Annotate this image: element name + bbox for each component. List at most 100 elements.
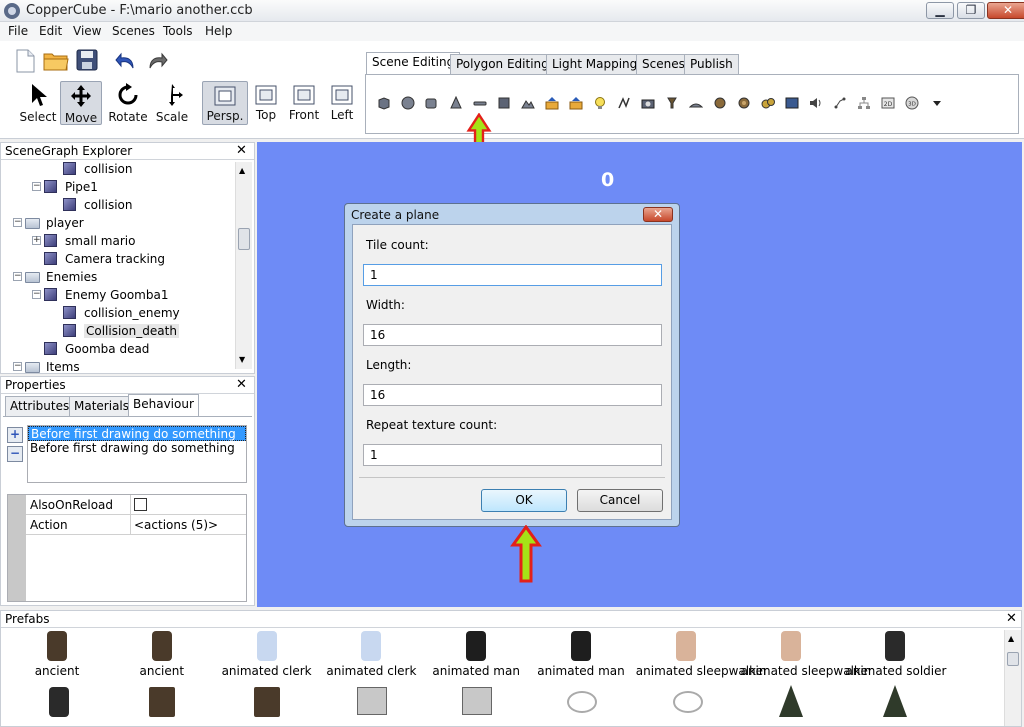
scrollbar-thumb[interactable] bbox=[238, 228, 250, 250]
prefabs-close-button[interactable]: ✕ bbox=[1006, 612, 1017, 626]
prefab-item[interactable]: animated clerk bbox=[321, 631, 421, 678]
prefabs-scrollbar[interactable]: ▲ bbox=[1004, 630, 1021, 726]
tree-item[interactable]: − Enemy Goomba1 bbox=[1, 286, 235, 304]
hierarchy-icon[interactable] bbox=[857, 96, 871, 110]
prefab-item[interactable]: animated man bbox=[426, 631, 526, 678]
tree-item[interactable]: collision_enemy bbox=[1, 304, 235, 322]
prefab-thumbnail[interactable] bbox=[462, 687, 492, 715]
tab-scenes[interactable]: Scenes bbox=[636, 54, 691, 74]
tab-polygon-editing[interactable]: Polygon Editing bbox=[450, 54, 555, 74]
tree-item[interactable]: − Pipe1 bbox=[1, 178, 235, 196]
prefab-thumbnail[interactable] bbox=[567, 691, 597, 713]
add-behaviour-button[interactable]: + bbox=[7, 427, 23, 443]
scenegraph-scrollbar[interactable]: ▲ ▼ bbox=[235, 162, 252, 369]
ok-button[interactable]: OK bbox=[481, 489, 567, 512]
scrollbar-thumb[interactable] bbox=[1007, 652, 1019, 666]
cone-icon[interactable] bbox=[449, 96, 463, 110]
tree-item[interactable]: − Items bbox=[1, 358, 235, 373]
undo-icon[interactable] bbox=[115, 51, 137, 71]
tree-item[interactable]: + small mario bbox=[1, 232, 235, 250]
prefab-item[interactable]: animated soldier bbox=[845, 631, 946, 678]
tab-materials[interactable]: Materials bbox=[69, 396, 135, 416]
tree-expander-icon[interactable]: − bbox=[13, 218, 22, 227]
new-file-icon[interactable] bbox=[14, 49, 36, 73]
properties-close-button[interactable]: ✕ bbox=[236, 378, 247, 392]
repeat-texture-count-input[interactable]: 1 bbox=[363, 444, 662, 466]
prefab-icon[interactable] bbox=[761, 96, 775, 110]
prefab-thumbnail[interactable] bbox=[779, 685, 803, 717]
tab-behaviour[interactable]: Behaviour bbox=[128, 394, 199, 417]
rotate-tool[interactable]: Rotate bbox=[107, 83, 149, 124]
prefab-item[interactable]: ancient bbox=[112, 631, 212, 678]
menu-edit[interactable]: Edit bbox=[39, 24, 62, 38]
skybox-icon[interactable] bbox=[497, 96, 511, 110]
prefab-thumbnail[interactable] bbox=[149, 687, 175, 717]
close-window-button[interactable]: ✕ bbox=[987, 2, 1024, 19]
prefab-thumbnail[interactable] bbox=[883, 685, 907, 717]
scroll-up-icon[interactable]: ▲ bbox=[239, 166, 245, 175]
prefab-item[interactable]: ancient bbox=[7, 631, 107, 678]
light-bulb-icon[interactable] bbox=[593, 96, 607, 110]
billboard-icon[interactable] bbox=[665, 96, 679, 110]
prefab-item[interactable]: animated man bbox=[531, 631, 631, 678]
tree-item[interactable]: − player bbox=[1, 214, 235, 232]
tree-expander-icon[interactable]: − bbox=[32, 290, 41, 299]
prefab-thumbnail[interactable] bbox=[254, 687, 280, 717]
tree-item[interactable]: − Enemies bbox=[1, 268, 235, 286]
tab-light-mapping[interactable]: Light Mapping bbox=[546, 54, 644, 74]
sphere-icon[interactable] bbox=[401, 96, 415, 110]
particle-icon[interactable] bbox=[713, 96, 727, 110]
save-icon[interactable] bbox=[76, 49, 98, 71]
3d-text-icon[interactable]: 3D bbox=[905, 96, 919, 110]
tab-scene-editing[interactable]: Scene Editing bbox=[366, 52, 461, 75]
cancel-button[interactable]: Cancel bbox=[577, 489, 663, 512]
prefab-item[interactable]: animated sleepwalker bbox=[636, 631, 768, 678]
menu-view[interactable]: View bbox=[73, 24, 101, 38]
maximize-button[interactable]: ❐ bbox=[957, 2, 985, 19]
prefab-thumbnail[interactable] bbox=[357, 687, 387, 715]
prefab-thumbnail[interactable] bbox=[49, 687, 69, 717]
water-icon[interactable] bbox=[689, 96, 703, 110]
prefab-item[interactable]: animated clerk bbox=[217, 631, 317, 678]
import-mesh-icon[interactable] bbox=[545, 96, 559, 110]
prefab-item[interactable]: animated sleepwalker bbox=[741, 631, 873, 678]
path-icon[interactable] bbox=[617, 96, 631, 110]
redo-icon[interactable] bbox=[146, 51, 168, 71]
tab-attributes[interactable]: Attributes bbox=[5, 396, 75, 416]
cube-icon[interactable] bbox=[377, 96, 391, 110]
tree-item[interactable]: Camera tracking bbox=[1, 250, 235, 268]
spline-icon[interactable] bbox=[833, 96, 847, 110]
sound-icon[interactable] bbox=[809, 96, 823, 110]
remove-behaviour-button[interactable]: − bbox=[7, 446, 23, 462]
2d-overlay-icon[interactable]: 2D bbox=[881, 96, 895, 110]
length-input[interactable]: 16 bbox=[363, 384, 662, 406]
minimize-button[interactable]: ▁ bbox=[926, 2, 954, 19]
scroll-up-icon[interactable]: ▲ bbox=[1008, 634, 1014, 643]
menu-scenes[interactable]: Scenes bbox=[112, 24, 155, 38]
menu-help[interactable]: Help bbox=[205, 24, 232, 38]
tree-item[interactable]: Goomba dead bbox=[1, 340, 235, 358]
terrain-icon[interactable] bbox=[521, 96, 535, 110]
tab-publish[interactable]: Publish bbox=[684, 54, 739, 74]
open-folder-icon[interactable] bbox=[43, 51, 69, 71]
scroll-down-icon[interactable]: ▼ bbox=[239, 355, 245, 364]
move-tool[interactable]: Move bbox=[60, 81, 102, 125]
width-input[interactable]: 16 bbox=[363, 324, 662, 346]
more-dropdown-icon[interactable] bbox=[930, 96, 944, 110]
tree-expander-icon[interactable]: − bbox=[13, 362, 22, 371]
view-left[interactable]: Left bbox=[326, 85, 358, 122]
tree-expander-icon[interactable]: − bbox=[13, 272, 22, 281]
menu-tools[interactable]: Tools bbox=[163, 24, 193, 38]
scenegraph-close-button[interactable]: ✕ bbox=[236, 144, 247, 158]
dialog-close-button[interactable]: ✕ bbox=[643, 207, 673, 222]
prefab-thumbnail[interactable] bbox=[673, 691, 703, 713]
scale-tool[interactable]: Scale bbox=[152, 83, 192, 124]
tree-item[interactable]: collision bbox=[1, 196, 235, 214]
tree-item[interactable]: collision bbox=[1, 161, 235, 178]
view-front[interactable]: Front bbox=[286, 85, 322, 122]
overlay-icon[interactable] bbox=[785, 96, 799, 110]
action-value[interactable]: <actions (5)> bbox=[134, 518, 218, 532]
tree-expander-icon[interactable]: + bbox=[32, 236, 41, 245]
tree-item[interactable]: Collision_death bbox=[1, 322, 235, 340]
tree-expander-icon[interactable]: − bbox=[32, 182, 41, 191]
